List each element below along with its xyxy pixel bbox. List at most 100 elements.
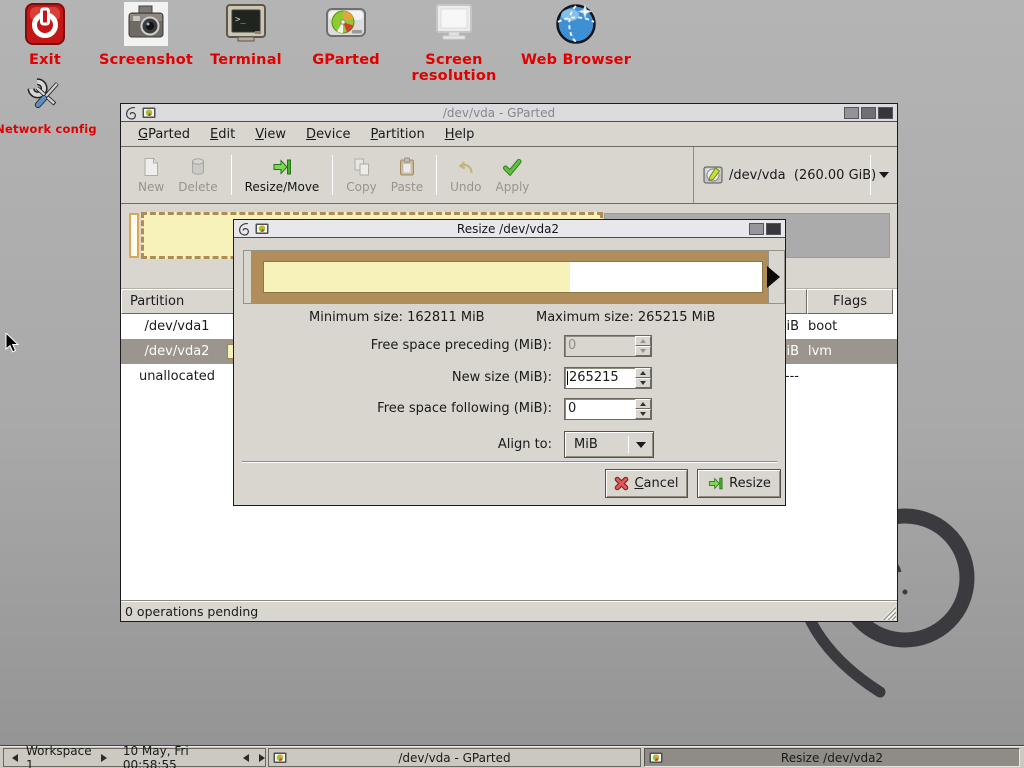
desktop-icon-label: Screen resolution — [389, 52, 519, 84]
close-button[interactable] — [766, 223, 781, 235]
resize-partition-frame — [252, 251, 768, 303]
resize-slider-widget — [243, 250, 785, 304]
resize-bar — [263, 261, 763, 293]
spin-down-button[interactable] — [635, 378, 651, 388]
pending-operations-text: 0 operations pending — [125, 604, 258, 619]
dialog-separator — [242, 461, 777, 463]
column-header-flags[interactable]: Flags — [807, 289, 893, 314]
window-menu-swirl-icon[interactable] — [125, 106, 139, 120]
resize-grip-arrow-icon[interactable] — [767, 266, 780, 288]
resize-confirm-button[interactable]: Resize — [697, 469, 781, 498]
resize-arrow-icon — [707, 475, 724, 492]
free-space-preceding-row: Free space preceding (MiB): 0 — [234, 335, 785, 357]
terminal-icon: >_ — [224, 2, 268, 46]
clock: 10 May, Fri 00:58:55 — [123, 744, 230, 768]
resize-left-grip[interactable] — [244, 251, 252, 303]
spin-up-button[interactable] — [635, 368, 651, 378]
desktop-icon-web-browser[interactable]: Web Browser — [511, 2, 641, 68]
combo-separator — [870, 155, 871, 195]
align-to-combobox[interactable]: MiB — [564, 431, 654, 458]
menu-view[interactable]: View — [245, 124, 296, 145]
task-button-gparted[interactable]: /dev/vda - GParted — [268, 748, 641, 767]
cancel-x-icon — [614, 476, 629, 491]
new-size-spinbox[interactable]: 265215 — [564, 367, 652, 389]
task-button-label: /dev/vda - GParted — [398, 751, 510, 765]
drive-icon — [702, 164, 724, 186]
apply-check-icon — [501, 156, 523, 178]
pager-next-icon[interactable] — [259, 754, 265, 762]
toolbar-separator — [332, 155, 333, 195]
toolbar-apply-button[interactable]: Apply — [489, 154, 537, 196]
desktop-icon-label: Web Browser — [511, 52, 641, 68]
resize-bar-used — [264, 262, 570, 292]
copy-icon — [351, 156, 373, 178]
resize-dialog: Resize /dev/vda2 Minimum size: 162811 Mi… — [233, 219, 786, 506]
toolbar: New Delete Resize/Move Copy — [121, 147, 897, 204]
menu-partition[interactable]: Partition — [361, 124, 435, 145]
window-menu-swirl-icon[interactable] — [238, 222, 252, 236]
toolbar-separator — [436, 155, 437, 195]
spin-up-button[interactable] — [635, 399, 651, 409]
text-caret — [567, 371, 568, 385]
status-bar: 0 operations pending — [121, 600, 897, 621]
resize-right-grip[interactable] — [768, 251, 784, 303]
taskbar-pager-group: Workspace 1 10 May, Fri 00:58:55 — [3, 748, 266, 767]
window-resize-grip[interactable] — [882, 606, 896, 620]
desktop-icon-screen-resolution[interactable]: Screen resolution — [389, 2, 519, 84]
toolbar-paste-button[interactable]: Paste — [384, 154, 430, 196]
monitor-icon — [432, 2, 476, 46]
chevron-down-icon — [879, 172, 889, 178]
menu-help[interactable]: Help — [435, 124, 485, 145]
maximize-button[interactable] — [749, 223, 764, 235]
menu-device[interactable]: Device — [296, 124, 360, 145]
gparted-app-icon — [273, 751, 287, 765]
menubar: GParted Edit View Device Partition Help — [121, 122, 897, 147]
spin-down-button[interactable] — [635, 409, 651, 419]
power-icon — [23, 2, 67, 46]
pager-prev-icon[interactable] — [243, 754, 249, 762]
menu-gparted[interactable]: GParted — [128, 124, 200, 145]
new-size-label: New size (MiB): — [294, 367, 552, 389]
gparted-disk-icon — [324, 2, 368, 46]
close-button[interactable] — [878, 107, 893, 119]
free-space-preceding-spinbox: 0 — [564, 335, 652, 357]
workspace-prev-icon[interactable] — [12, 754, 18, 762]
svg-text:>_: >_ — [235, 15, 246, 25]
cancel-button[interactable]: Cancel — [605, 469, 688, 498]
new-partition-icon — [140, 156, 162, 178]
main-window-title: /dev/vda - GParted — [156, 106, 842, 120]
toolbar-delete-button[interactable]: Delete — [171, 154, 224, 196]
delete-partition-icon — [187, 156, 209, 178]
align-to-value: MiB — [574, 437, 598, 452]
chevron-down-icon — [636, 442, 646, 448]
spin-up-button — [635, 336, 651, 346]
minimize-button[interactable] — [844, 107, 859, 119]
maximum-size-label: Maximum size: 265215 MiB — [536, 310, 715, 325]
device-selector[interactable]: /dev/vda (260.00 GiB) — [693, 147, 896, 203]
toolbar-copy-button[interactable]: Copy — [339, 154, 383, 196]
dialog-titlebar[interactable]: Resize /dev/vda2 — [234, 220, 785, 238]
toolbar-undo-button[interactable]: Undo — [443, 154, 488, 196]
workspace-next-icon[interactable] — [101, 754, 107, 762]
free-space-following-label: Free space following (MiB): — [294, 398, 552, 420]
menu-edit[interactable]: Edit — [200, 124, 245, 145]
maximize-button[interactable] — [861, 107, 876, 119]
main-window-titlebar[interactable]: /dev/vda - GParted — [121, 104, 897, 122]
toolbar-resize-move-button[interactable]: Resize/Move — [238, 154, 327, 196]
workspace-label: Workspace 1 — [26, 744, 93, 768]
gparted-app-icon — [255, 222, 269, 236]
gparted-app-icon — [142, 106, 156, 120]
task-button-resize-dialog[interactable]: Resize /dev/vda2 — [644, 748, 1020, 767]
free-space-following-row: Free space following (MiB): 0 — [234, 398, 785, 420]
align-to-row: Align to: MiB — [234, 431, 785, 458]
paste-icon — [396, 156, 418, 178]
undo-icon — [455, 156, 477, 178]
desktop-icon-network-config[interactable]: Network config — [0, 74, 111, 136]
free-space-following-spinbox[interactable]: 0 — [564, 398, 652, 420]
taskbar: Workspace 1 10 May, Fri 00:58:55 /dev/vd… — [0, 745, 1024, 768]
combo-separator — [628, 436, 629, 453]
desktop-icon-label: Network config — [0, 122, 111, 136]
tools-icon — [24, 74, 68, 118]
toolbar-new-button[interactable]: New — [131, 154, 171, 196]
disk-segment-vda1[interactable] — [129, 213, 139, 258]
